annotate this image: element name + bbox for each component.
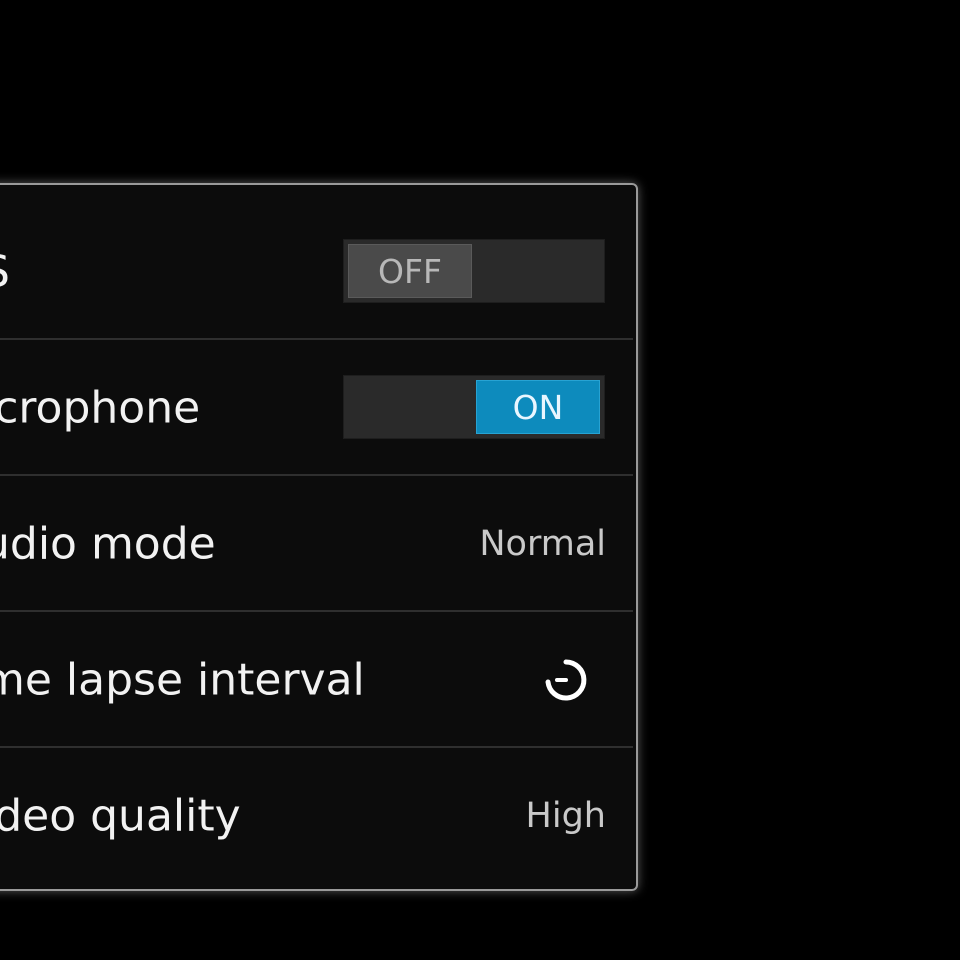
toggle-knob-on: ON xyxy=(476,380,600,434)
settings-row-location[interactable]: S OFF xyxy=(0,204,636,340)
setting-label: udio mode xyxy=(0,518,216,570)
location-toggle[interactable]: OFF xyxy=(343,239,605,303)
setting-value: Normal xyxy=(479,524,606,564)
setting-value: High xyxy=(525,796,606,836)
settings-popup-panel: S OFF icrophone ON udio mode Normal me l… xyxy=(0,183,638,891)
setting-label: S xyxy=(0,247,10,298)
toggle-knob-off: OFF xyxy=(348,244,472,298)
setting-label: me lapse interval xyxy=(0,654,365,706)
setting-label: ideo quality xyxy=(0,790,241,842)
settings-row-time-lapse[interactable]: me lapse interval xyxy=(0,612,636,748)
setting-label: icrophone xyxy=(0,382,201,434)
settings-row-video-quality[interactable]: ideo quality High xyxy=(0,748,636,884)
timer-spinner-icon xyxy=(545,659,587,701)
camera-settings-screen: S OFF icrophone ON udio mode Normal me l… xyxy=(0,0,960,960)
microphone-toggle[interactable]: ON xyxy=(343,375,605,439)
settings-row-microphone[interactable]: icrophone ON xyxy=(0,340,636,476)
settings-row-audio-mode[interactable]: udio mode Normal xyxy=(0,476,636,612)
